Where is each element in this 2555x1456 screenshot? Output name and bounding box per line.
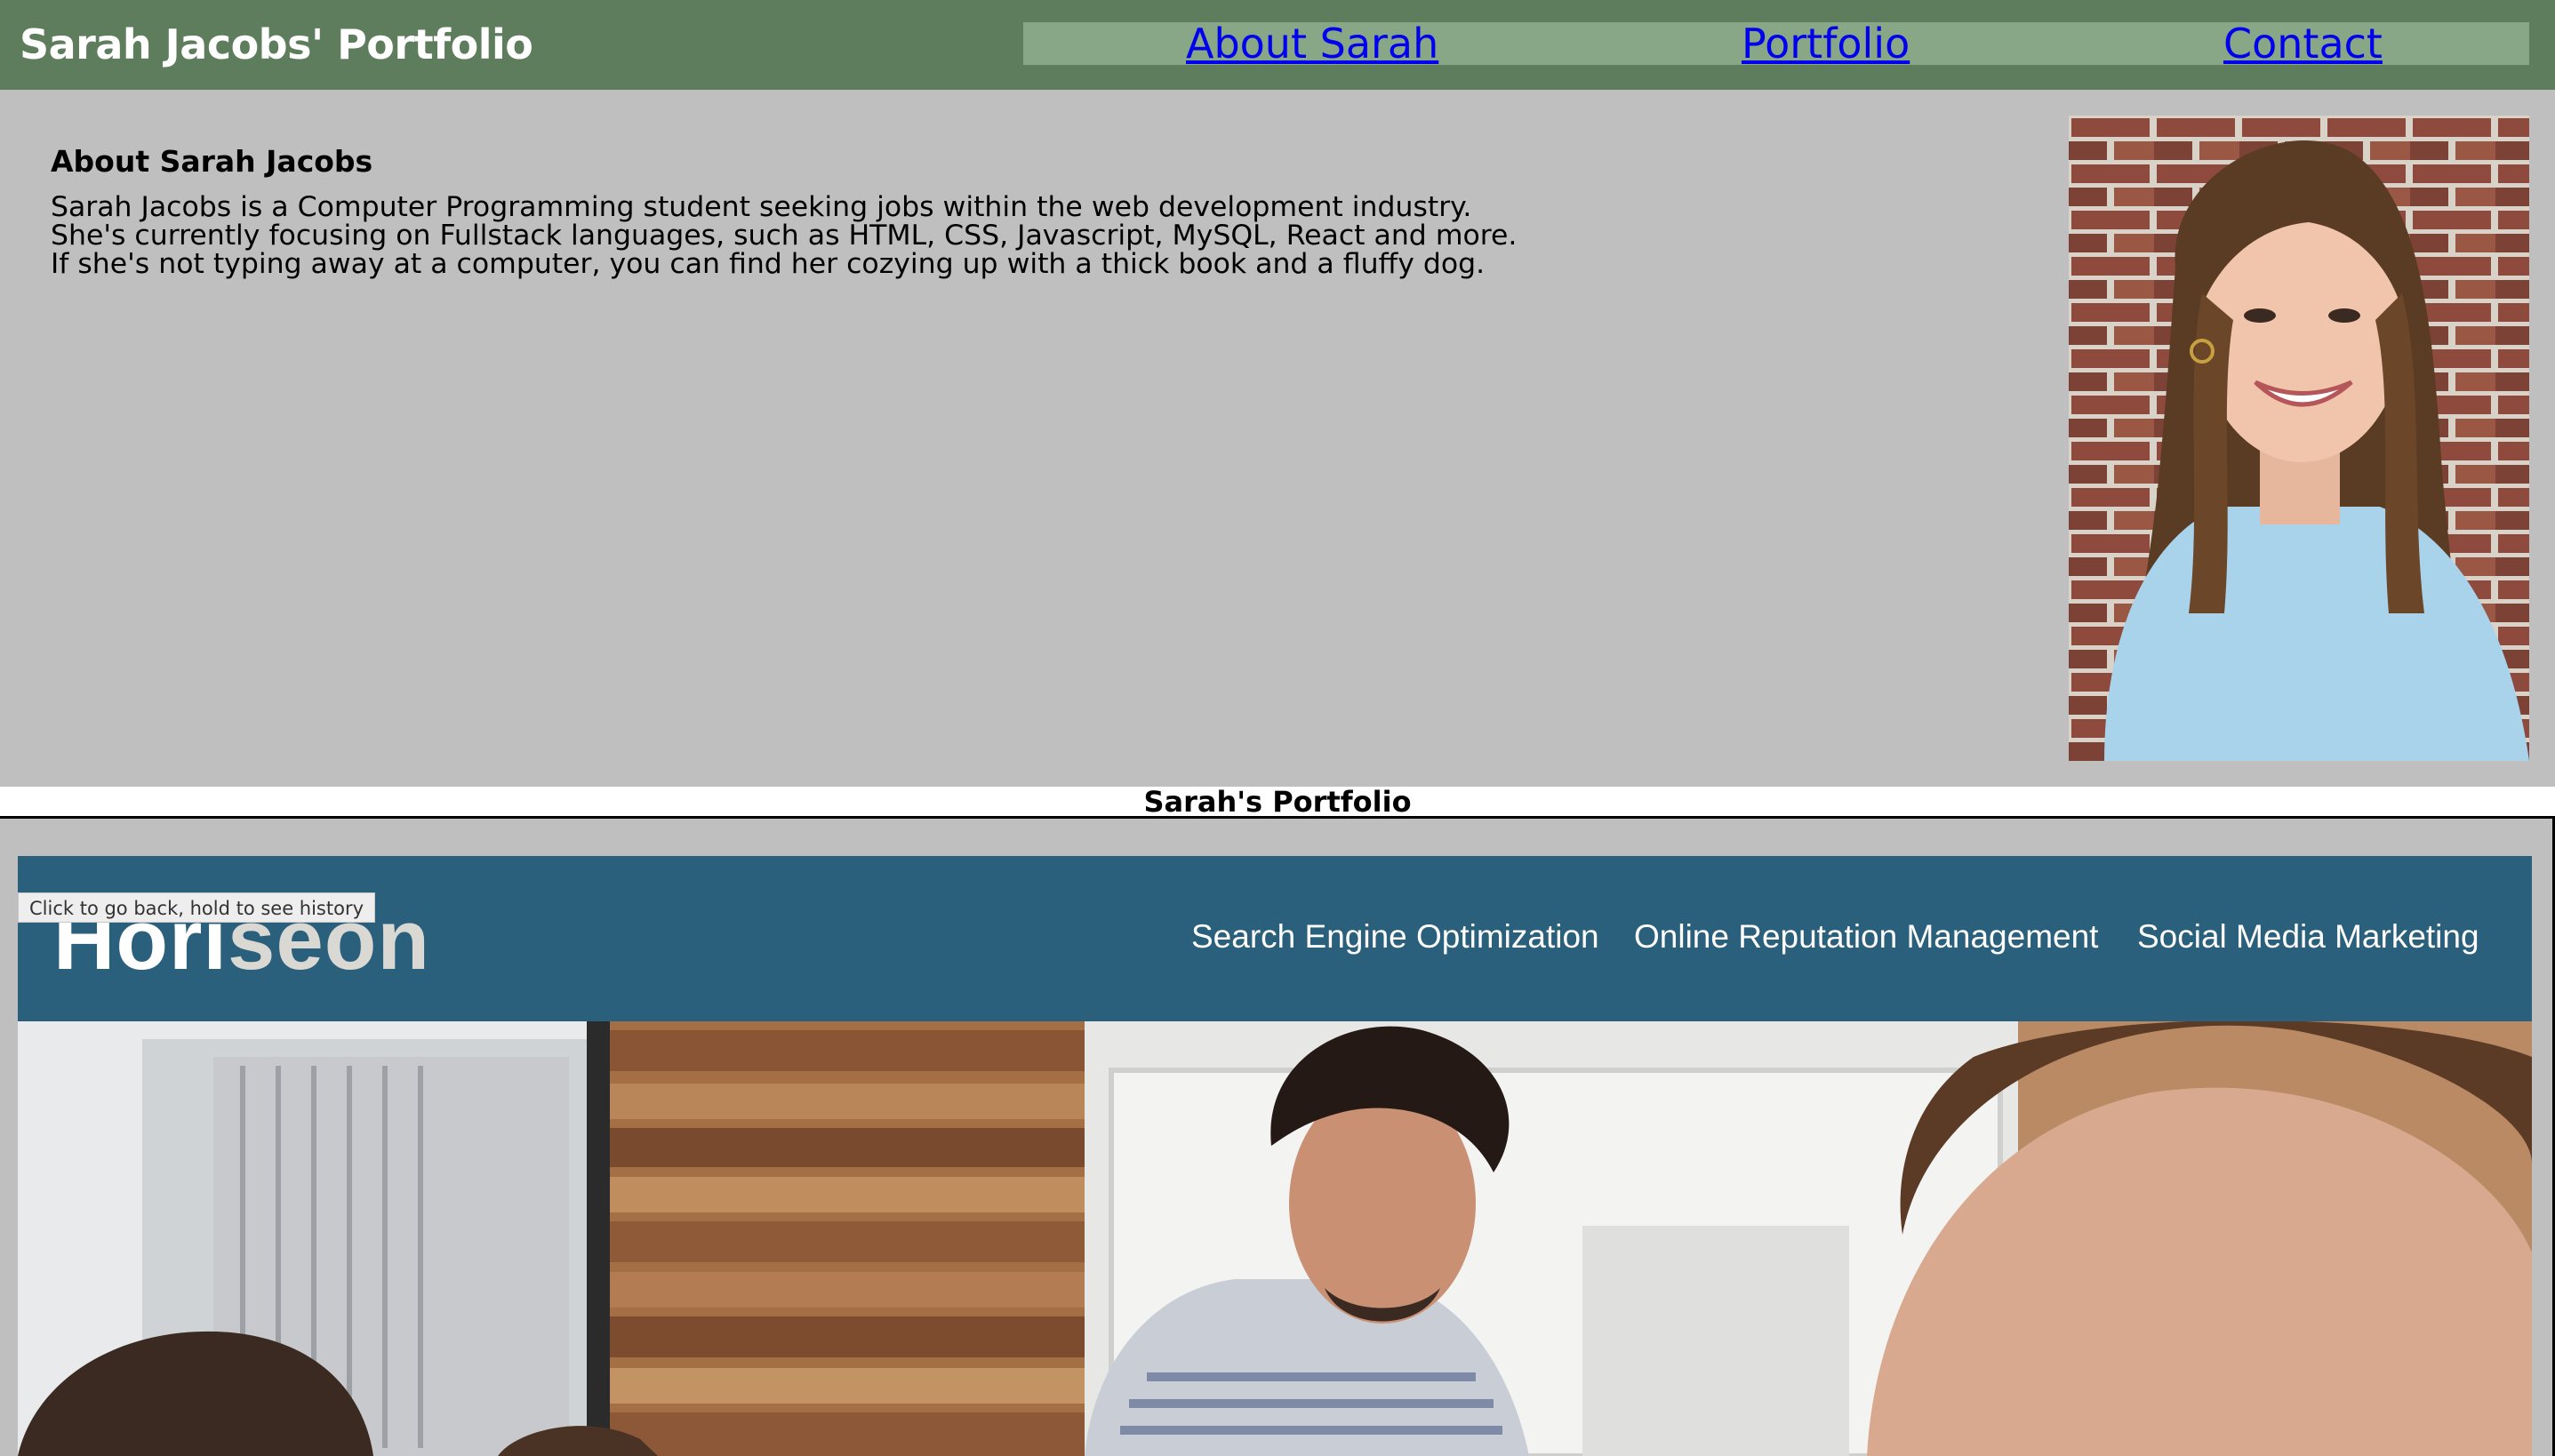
project-nav-seo[interactable]: Search Engine Optimization bbox=[1191, 916, 1599, 957]
nav-link-contact[interactable]: Contact bbox=[2223, 20, 2383, 67]
portfolio-page: Sarah Jacobs' Portfolio About Sarah Port… bbox=[0, 0, 2555, 1456]
project-preview-horiseon[interactable]: Horiseon Search Engine Optimization Onli… bbox=[18, 856, 2532, 1456]
main-nav: About Sarah Portfolio Contact bbox=[1023, 20, 2529, 67]
portfolio-heading-bar: Sarah's Portfolio bbox=[0, 787, 2555, 819]
site-header: Sarah Jacobs' Portfolio About Sarah Port… bbox=[0, 0, 2555, 90]
about-text: Sarah Jacobs is a Computer Programming s… bbox=[51, 191, 1518, 280]
nav-link-portfolio[interactable]: Portfolio bbox=[1742, 20, 1910, 67]
portfolio-heading: Sarah's Portfolio bbox=[1143, 785, 1412, 819]
project-nav-social[interactable]: Social Media Marketing bbox=[2137, 916, 2479, 957]
project-nav-reputation[interactable]: Online Reputation Management bbox=[1634, 916, 2098, 957]
site-title: Sarah Jacobs' Portfolio bbox=[20, 20, 533, 68]
profile-photo bbox=[2069, 116, 2529, 761]
project-hero-image bbox=[18, 1021, 2532, 1456]
project-header: Horiseon Search Engine Optimization Onli… bbox=[18, 856, 2532, 1021]
nav-link-about[interactable]: About Sarah bbox=[1186, 20, 1438, 67]
back-button-tooltip: Click to go back, hold to see history bbox=[18, 892, 376, 923]
about-heading: About Sarah Jacobs bbox=[51, 144, 373, 179]
